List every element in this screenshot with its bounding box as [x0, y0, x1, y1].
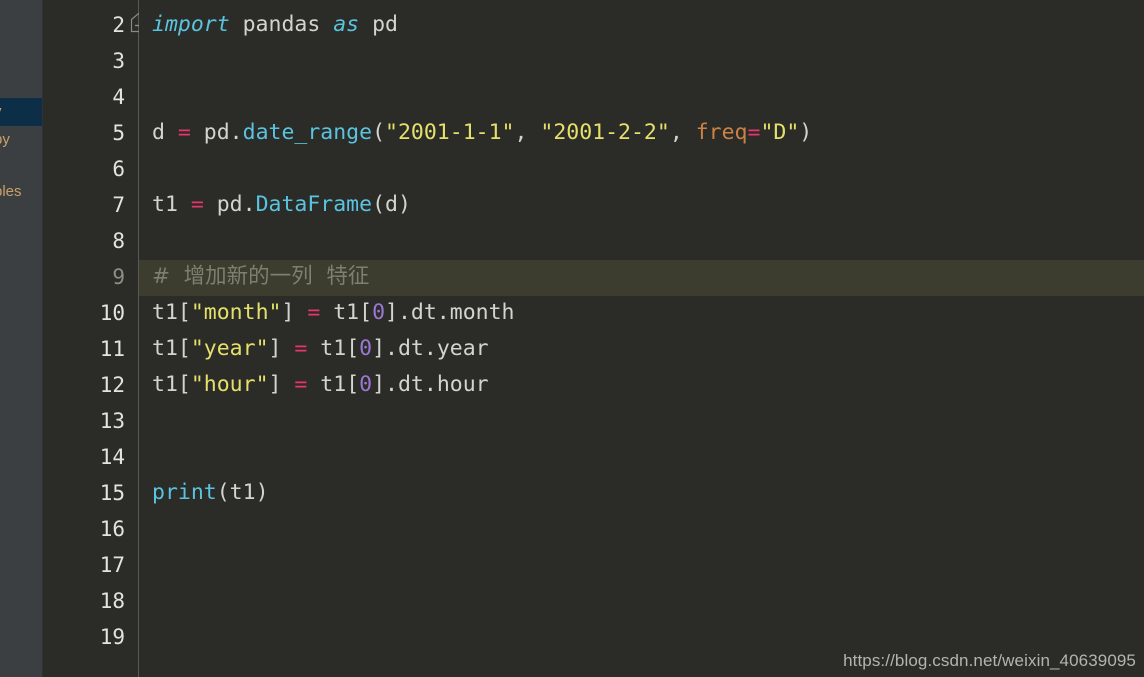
line-number: 15 — [99, 481, 125, 505]
token-string-end-date: "2001-2-2" — [540, 120, 670, 145]
token-arguments: (d) — [372, 192, 411, 217]
token-comma: , — [514, 120, 541, 145]
token-keyword-as: as — [333, 12, 360, 37]
token-comma: , — [669, 120, 696, 145]
token-alias: pd — [359, 12, 398, 37]
token-attribute-access: ].dt.hour — [372, 372, 489, 397]
line-number: 13 — [99, 409, 125, 433]
line-number: 7 — [112, 193, 125, 217]
sidebar-item-python-file[interactable]: py — [0, 126, 42, 154]
token-operator-assign: = — [294, 372, 308, 397]
code-line-12[interactable]: t1["hour"] = t1[0].dt.hour — [139, 367, 1144, 403]
code-line-16[interactable] — [139, 511, 1144, 547]
token-attribute-access: ].dt.year — [372, 336, 489, 361]
line-number: 16 — [99, 517, 125, 541]
token-keyword-import: import — [152, 12, 230, 37]
code-line-19[interactable] — [139, 619, 1144, 655]
token-string-start-date: "2001-1-1" — [385, 120, 515, 145]
token-kwarg-freq: freq — [695, 120, 748, 145]
token-operator-assign: = — [294, 336, 308, 361]
token-object-pd: pd. — [203, 192, 256, 217]
code-line-17[interactable] — [139, 547, 1144, 583]
code-line-6[interactable] — [139, 151, 1144, 187]
token-bracket-close: ] — [268, 336, 295, 361]
token-paren-close: ) — [799, 120, 813, 145]
code-line-3[interactable] — [139, 43, 1144, 79]
line-number: 17 — [99, 553, 125, 577]
token-index-prefix: t1[ — [307, 372, 360, 397]
token-string-year: "year" — [190, 336, 269, 361]
token-comment-hash: # — [152, 264, 171, 289]
token-number-zero: 0 — [372, 300, 386, 325]
token-comment-text: 增加新的一列 特征 — [170, 264, 370, 289]
code-line-9[interactable]: # 增加新的一列 特征 — [139, 259, 1144, 295]
editor-window: y py bles 2 3 4 5 6 7 8 9 10 11 12 13 14… — [0, 0, 1144, 677]
token-index-prefix: t1[ — [307, 336, 360, 361]
token-number-zero: 0 — [359, 336, 373, 361]
token-bracket-close: ] — [268, 372, 295, 397]
line-number: 8 — [112, 229, 125, 253]
line-number: 19 — [99, 625, 125, 649]
sidebar-item-label: y — [0, 103, 2, 120]
token-function-date-range: date_range — [242, 120, 373, 145]
code-line-18[interactable] — [139, 583, 1144, 619]
token-module-name: pandas — [229, 12, 334, 37]
line-number: 11 — [99, 337, 125, 361]
line-number: 14 — [99, 445, 125, 469]
token-operator-assign: = — [190, 192, 204, 217]
line-number: 6 — [112, 157, 125, 181]
code-line-5[interactable]: d = pd.date_range("2001-1-1", "2001-2-2"… — [139, 115, 1144, 151]
sidebar-item-label: bles — [0, 183, 22, 200]
token-index-prefix: t1[ — [152, 300, 191, 325]
token-function-dataframe: DataFrame — [255, 192, 373, 217]
token-object-pd: pd. — [190, 120, 243, 145]
line-number: 10 — [99, 301, 125, 325]
token-attribute-access: ].dt.month — [385, 300, 515, 325]
token-index-prefix: t1[ — [152, 336, 191, 361]
token-operator-assign: = — [307, 300, 321, 325]
watermark-url: https://blog.csdn.net/weixin_40639095 — [843, 651, 1136, 670]
line-number: 18 — [99, 589, 125, 613]
token-operator-assign: = — [747, 120, 761, 145]
line-number: 12 — [99, 373, 125, 397]
token-string-hour: "hour" — [190, 372, 269, 397]
sidebar-item-tables[interactable]: bles — [0, 178, 42, 206]
code-line-4[interactable] — [139, 79, 1144, 115]
token-operator-assign: = — [177, 120, 191, 145]
token-builtin-print: print — [152, 480, 217, 505]
token-index-prefix: t1[ — [320, 300, 373, 325]
line-number-gutter: 2 3 4 5 6 7 8 9 10 11 12 13 14 15 16 17 … — [43, 0, 138, 677]
token-paren-open: ( — [372, 120, 386, 145]
token-string-month: "month" — [190, 300, 282, 325]
line-number: 3 — [112, 49, 125, 73]
line-number: 4 — [112, 85, 125, 109]
token-variable-t1: t1 — [152, 192, 191, 217]
token-variable-d: d — [152, 120, 178, 145]
line-number-active: 9 — [112, 265, 125, 289]
code-line-10[interactable]: t1["month"] = t1[0].dt.month — [139, 295, 1144, 331]
token-index-prefix: t1[ — [152, 372, 191, 397]
token-number-zero: 0 — [359, 372, 373, 397]
line-number: 2 — [112, 13, 125, 37]
line-number: 5 — [112, 121, 125, 145]
token-bracket-close: ] — [281, 300, 308, 325]
code-line-15[interactable]: print(t1) — [139, 475, 1144, 511]
code-line-13[interactable] — [139, 403, 1144, 439]
token-string-freq-value: "D" — [760, 120, 800, 145]
code-area[interactable]: import pandas as pd d = pd.date_range("2… — [139, 0, 1144, 677]
code-line-2[interactable]: import pandas as pd — [139, 7, 1144, 43]
token-arguments: (t1) — [216, 480, 269, 505]
code-line-7[interactable]: t1 = pd.DataFrame(d) — [139, 187, 1144, 223]
sidebar-item-label: py — [0, 131, 10, 148]
sidebar-item-selected[interactable]: y — [0, 98, 42, 126]
project-sidebar[interactable]: y py bles — [0, 0, 43, 677]
code-line-11[interactable]: t1["year"] = t1[0].dt.year — [139, 331, 1144, 367]
code-line-14[interactable] — [139, 439, 1144, 475]
code-line-8[interactable] — [139, 223, 1144, 259]
